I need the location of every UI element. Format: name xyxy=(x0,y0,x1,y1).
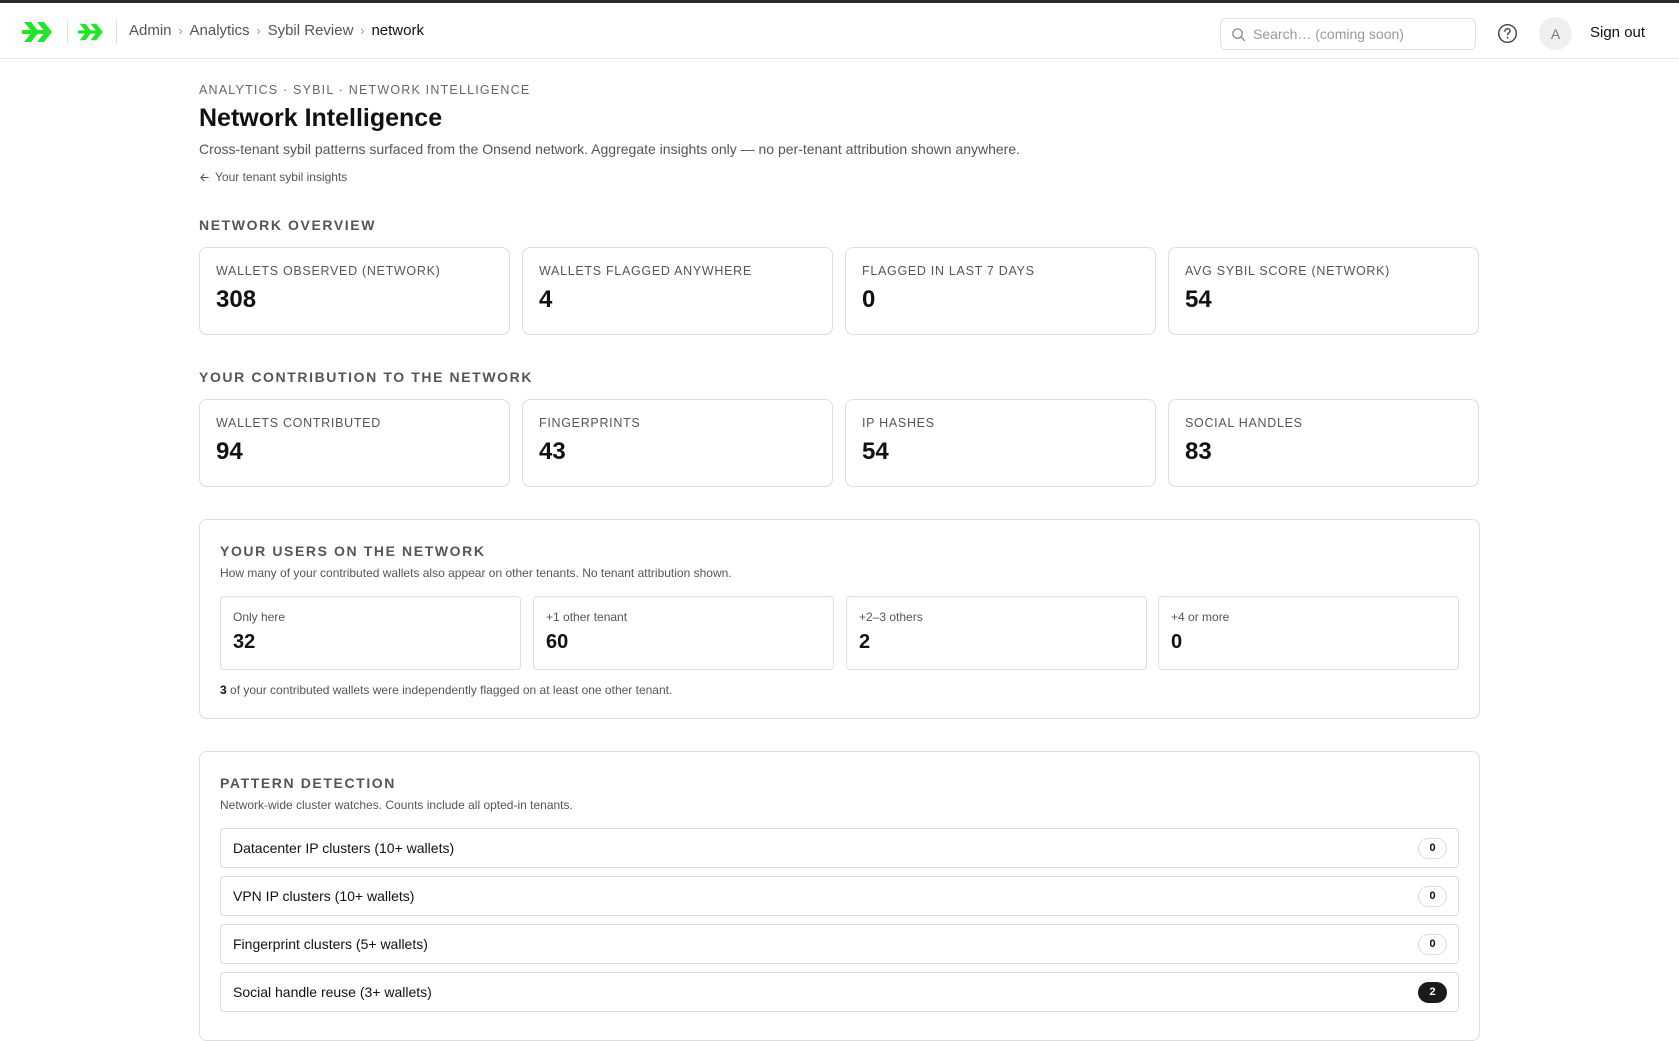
bucket-one-other-tenant: +1 other tenant 60 xyxy=(533,596,834,670)
note-text: of your contributed wallets were indepen… xyxy=(226,683,673,697)
back-link[interactable]: Your tenant sybil insights xyxy=(199,170,347,184)
pattern-row-fingerprint[interactable]: Fingerprint clusters (5+ wallets) 0 xyxy=(220,924,1459,964)
help-icon[interactable] xyxy=(1497,23,1518,44)
bucket-label: +4 or more xyxy=(1171,610,1230,624)
search-icon xyxy=(1232,27,1246,41)
breadcrumb-current: network xyxy=(371,22,424,39)
stat-label: SOCIAL HANDLES xyxy=(1185,416,1303,430)
stat-card-ip-hashes: IP HASHES 54 xyxy=(845,399,1156,487)
stat-card-social-handles: SOCIAL HANDLES 83 xyxy=(1168,399,1479,487)
top-bar: Admin › Analytics › Sybil Review › netwo… xyxy=(0,0,1679,59)
network-overview-heading: NETWORK OVERVIEW xyxy=(199,217,377,233)
chevron-right-icon: › xyxy=(360,23,365,38)
avatar[interactable]: A xyxy=(1539,17,1572,50)
pattern-row-vpn-ip[interactable]: VPN IP clusters (10+ wallets) 0 xyxy=(220,876,1459,916)
network-overview-cards: WALLETS OBSERVED (NETWORK) 308 WALLETS F… xyxy=(199,247,1480,335)
stat-label: AVG SYBIL SCORE (NETWORK) xyxy=(1185,264,1391,278)
stat-value: 308 xyxy=(216,286,257,313)
pattern-detection-panel: PATTERN DETECTION Network-wide cluster w… xyxy=(199,751,1480,1041)
stat-label: IP HASHES xyxy=(862,416,935,430)
pattern-label: Social handle reuse (3+ wallets) xyxy=(233,984,432,1000)
stat-card-avg-sybil-score: AVG SYBIL SCORE (NETWORK) 54 xyxy=(1168,247,1479,335)
divider xyxy=(67,21,68,45)
chevron-right-icon: › xyxy=(178,23,183,38)
arrow-left-icon xyxy=(200,173,209,181)
contribution-cards: WALLETS CONTRIBUTED 94 FINGERPRINTS 43 I… xyxy=(199,399,1480,487)
bucket-label: +2–3 others xyxy=(859,610,923,624)
page-eyebrow: ANALYTICS · SYBIL · NETWORK INTELLIGENCE xyxy=(199,83,531,97)
bucket-label: +1 other tenant xyxy=(546,610,628,624)
flagged-count: 3 xyxy=(220,683,227,697)
contribution-heading: YOUR CONTRIBUTION TO THE NETWORK xyxy=(199,369,534,385)
brand-logo-icon[interactable] xyxy=(22,19,56,45)
stat-value: 54 xyxy=(1185,286,1212,313)
bucket-value: 2 xyxy=(859,631,871,653)
stat-card-flagged-7-days: FLAGGED IN LAST 7 DAYS 0 xyxy=(845,247,1156,335)
count-badge: 0 xyxy=(1418,838,1447,859)
search-input[interactable] xyxy=(1253,26,1473,42)
stat-label: FLAGGED IN LAST 7 DAYS xyxy=(862,264,1035,278)
pattern-label: Fingerprint clusters (5+ wallets) xyxy=(233,936,428,952)
breadcrumb: Admin › Analytics › Sybil Review › netwo… xyxy=(129,22,424,39)
stat-card-wallets-contributed: WALLETS CONTRIBUTED 94 xyxy=(199,399,510,487)
page-subtitle: Cross-tenant sybil patterns surfaced fro… xyxy=(199,141,1020,157)
panel-title: YOUR USERS ON THE NETWORK xyxy=(220,543,486,559)
stat-label: FINGERPRINTS xyxy=(539,416,641,430)
stat-value: 43 xyxy=(539,438,566,465)
bucket-four-or-more: +4 or more 0 xyxy=(1158,596,1459,670)
bucket-only-here: Only here 32 xyxy=(220,596,521,670)
users-on-network-panel: YOUR USERS ON THE NETWORK How many of yo… xyxy=(199,519,1480,719)
panel-title: PATTERN DETECTION xyxy=(220,775,397,791)
stat-value: 83 xyxy=(1185,438,1212,465)
stat-value: 4 xyxy=(539,286,553,313)
stat-value: 0 xyxy=(862,286,876,313)
bucket-value: 0 xyxy=(1171,631,1183,653)
back-link-label[interactable]: Your tenant sybil insights xyxy=(215,170,347,184)
pattern-row-datacenter-ip[interactable]: Datacenter IP clusters (10+ wallets) 0 xyxy=(220,828,1459,868)
pattern-row-social-handle[interactable]: Social handle reuse (3+ wallets) 2 xyxy=(220,972,1459,1012)
pattern-label: VPN IP clusters (10+ wallets) xyxy=(233,888,415,904)
stat-card-wallets-observed: WALLETS OBSERVED (NETWORK) 308 xyxy=(199,247,510,335)
flagged-elsewhere-note: 3 of your contributed wallets were indep… xyxy=(220,683,672,697)
page-title: Network Intelligence xyxy=(199,104,443,132)
breadcrumb-admin[interactable]: Admin xyxy=(129,22,172,39)
count-badge: 0 xyxy=(1418,934,1447,955)
stat-label: WALLETS FLAGGED ANYWHERE xyxy=(539,264,752,278)
divider xyxy=(116,21,117,45)
bucket-label: Only here xyxy=(233,610,286,624)
panel-description: Network-wide cluster watches. Counts inc… xyxy=(220,798,573,812)
bucket-two-three-others: +2–3 others 2 xyxy=(846,596,1147,670)
stat-value: 94 xyxy=(216,438,243,465)
bucket-value: 32 xyxy=(233,631,256,653)
app-logo-icon[interactable] xyxy=(78,19,106,45)
search-box[interactable] xyxy=(1220,18,1476,50)
stat-label: WALLETS CONTRIBUTED xyxy=(216,416,381,430)
count-badge: 2 xyxy=(1418,982,1447,1003)
stat-card-wallets-flagged: WALLETS FLAGGED ANYWHERE 4 xyxy=(522,247,833,335)
stat-label: WALLETS OBSERVED (NETWORK) xyxy=(216,264,441,278)
chevron-right-icon: › xyxy=(256,23,261,38)
breadcrumb-sybil-review[interactable]: Sybil Review xyxy=(268,22,354,39)
stat-card-fingerprints: FINGERPRINTS 43 xyxy=(522,399,833,487)
bucket-value: 60 xyxy=(546,631,569,653)
breadcrumb-analytics[interactable]: Analytics xyxy=(190,22,250,39)
panel-description: How many of your contributed wallets als… xyxy=(220,566,732,580)
sign-out-button[interactable]: Sign out xyxy=(1590,24,1645,41)
stat-value: 54 xyxy=(862,438,889,465)
pattern-label: Datacenter IP clusters (10+ wallets) xyxy=(233,840,455,856)
count-badge: 0 xyxy=(1418,886,1447,907)
